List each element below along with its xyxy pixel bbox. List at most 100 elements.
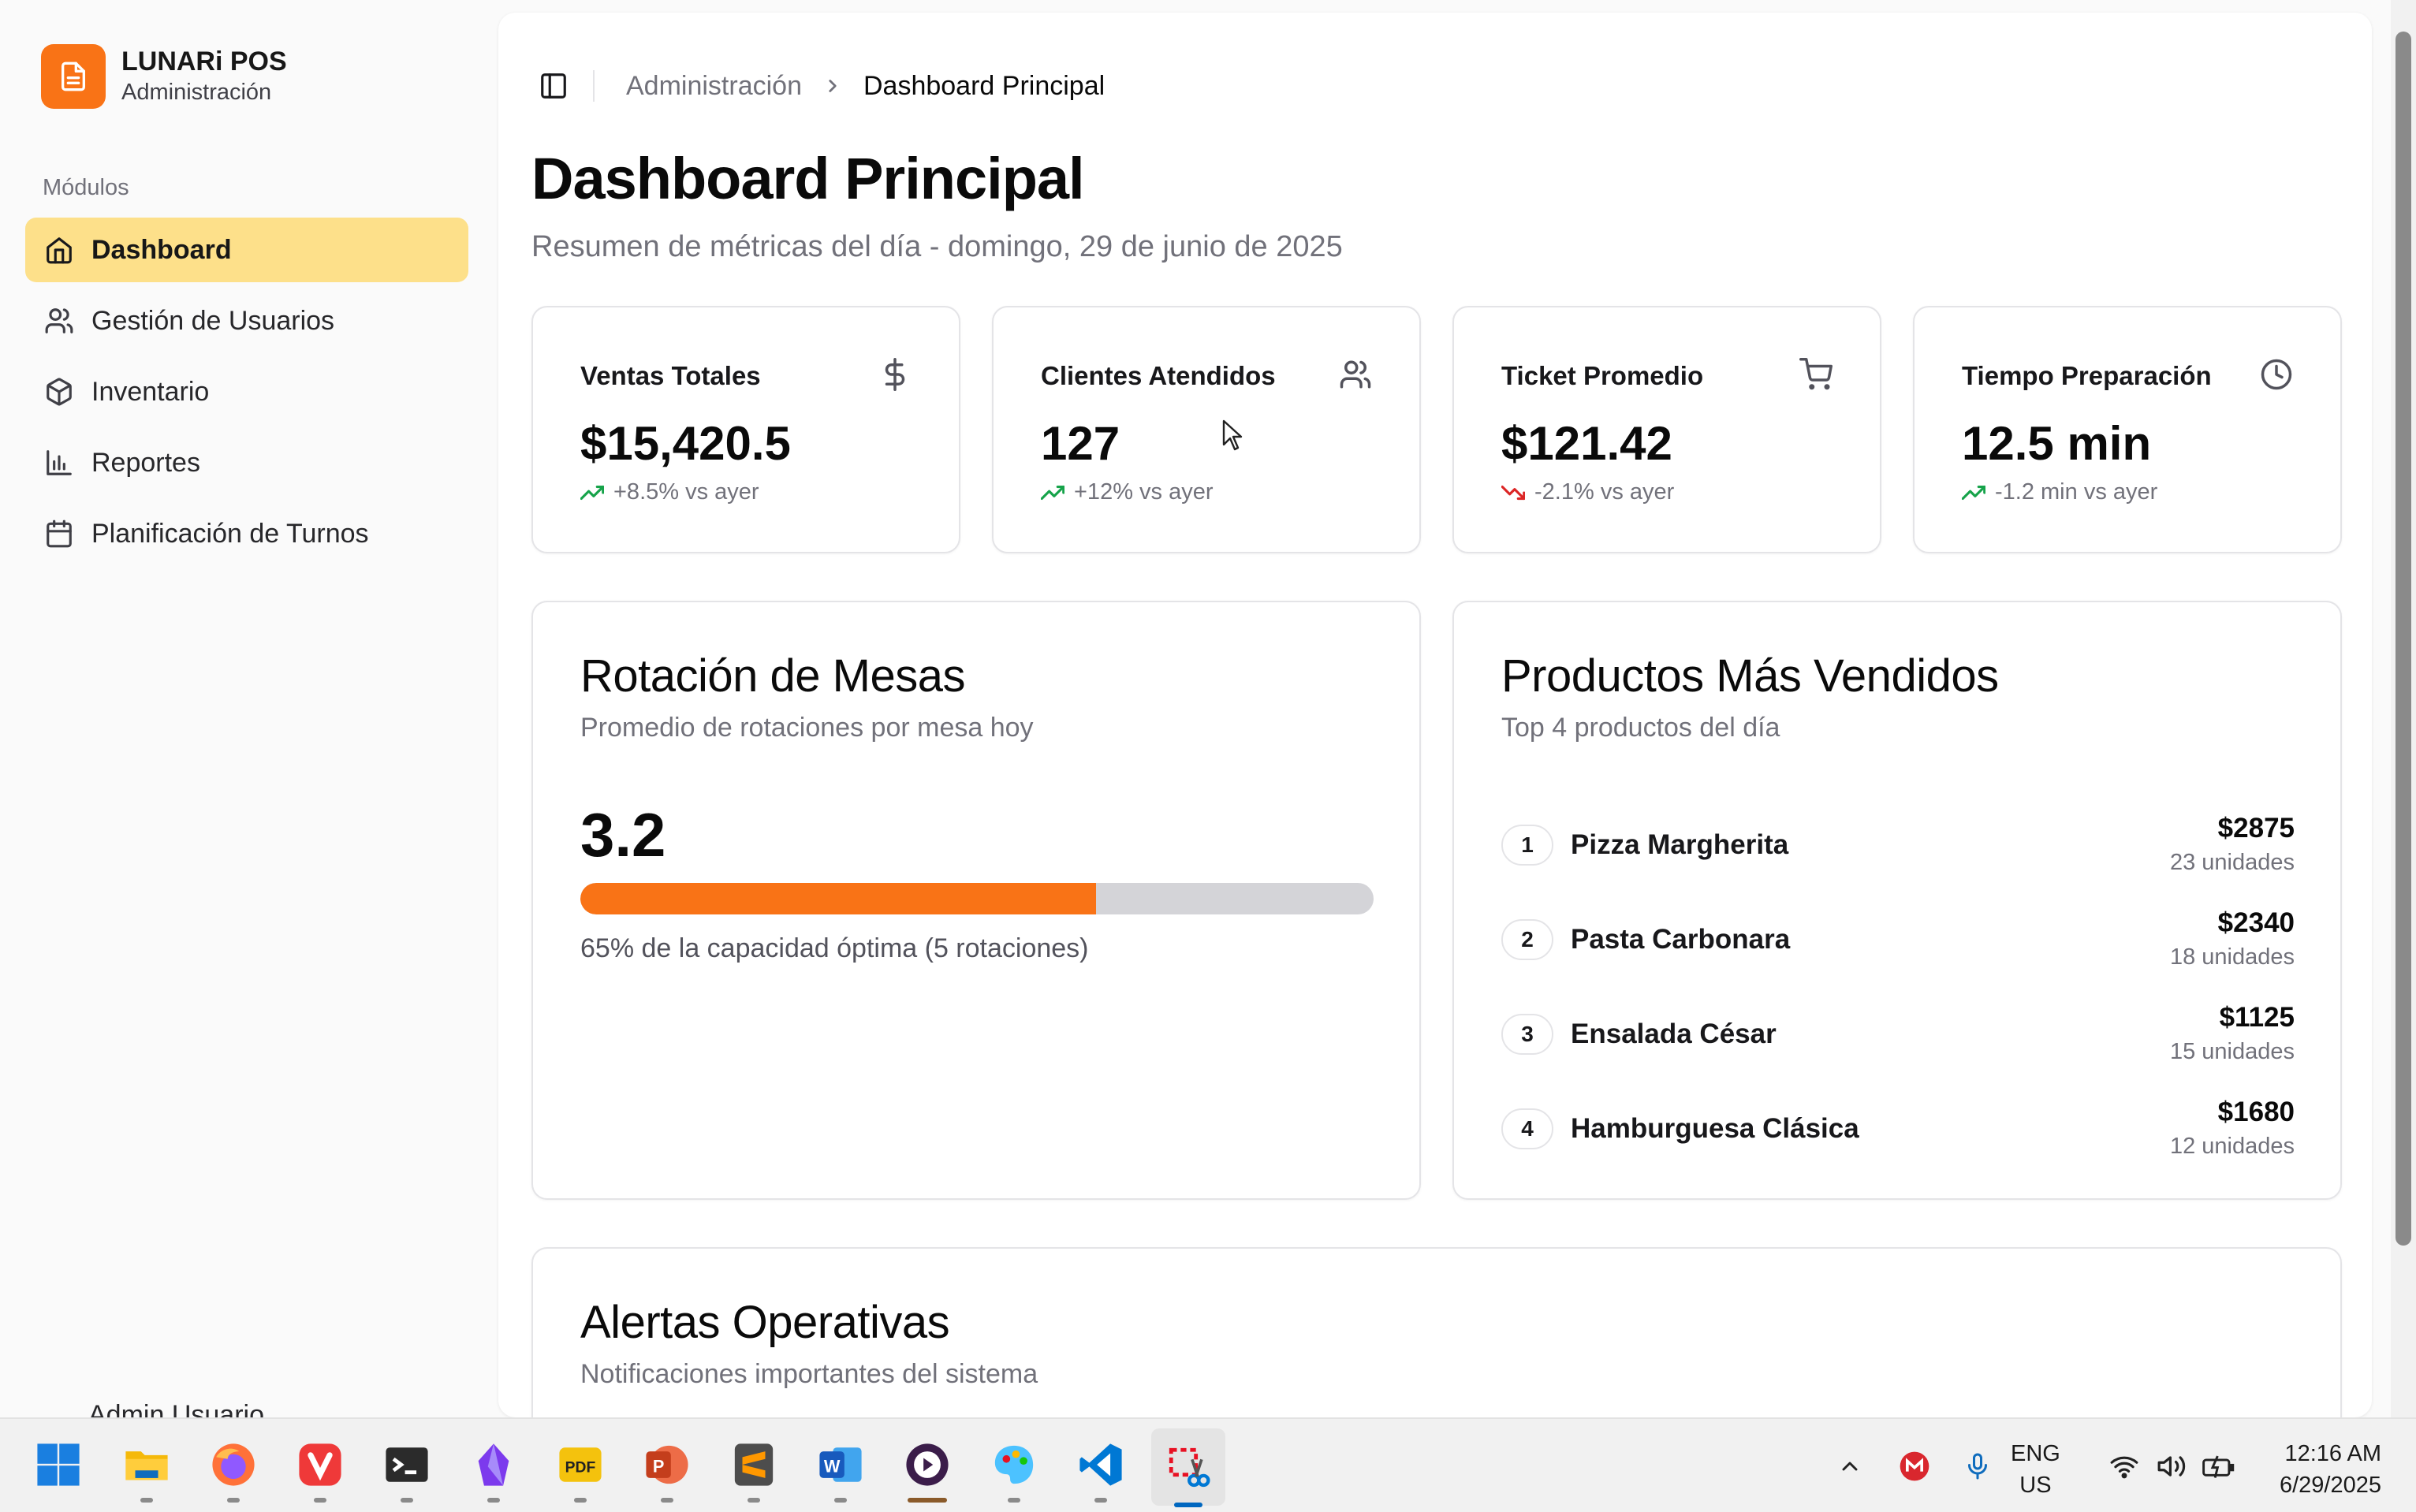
sidebar-item-shifts[interactable]: Planificación de Turnos [25,501,468,566]
chevron-right-icon [822,76,843,96]
product-revenue: $2340 [2217,907,2295,938]
page-scrollbar[interactable] [2391,0,2416,1417]
svg-text:W: W [824,1457,841,1477]
metric-delta-text: +12% vs ayer [1074,479,1214,505]
sidebar: LUNARi POS Administración Módulos Dashbo… [0,0,498,1430]
cart-icon [1799,358,1833,390]
metric-value: $121.42 [1501,417,1672,470]
sidebar-item-label: Gestión de Usuarios [91,305,335,336]
firefox-icon[interactable] [208,1439,259,1503]
volume-icon[interactable] [2154,1435,2189,1498]
sublime-text-icon[interactable] [729,1439,779,1503]
svg-text:P: P [653,1457,665,1477]
product-units: 12 unidades [2169,1134,2295,1159]
metric-delta-text: -1.2 min vs ayer [1995,479,2158,505]
metric-delta: -1.2 min vs ayer [1962,479,2157,505]
trending-up-icon [1041,485,1064,500]
metric-label: Clientes Atendidos [1041,361,1276,390]
powerpoint-icon[interactable]: P [642,1439,692,1503]
panel-left-icon [541,73,566,99]
list-item[interactable]: 1 Pizza Margherita $2875 23 unidades [1501,798,2295,892]
microphone-icon[interactable] [1960,1435,1995,1498]
brand[interactable]: LUNARi POS Administración [41,44,287,109]
media-player-icon[interactable] [902,1439,953,1503]
chevron-up-icon[interactable] [1833,1435,1867,1498]
sidebar-item-inventory[interactable]: Inventario [25,359,468,424]
product-name: Pizza Margherita [1571,829,1789,860]
metric-label: Tiempo Preparación [1962,361,2212,390]
list-item[interactable]: 4 Hamburguesa Clásica $1680 12 unidades [1501,1082,2295,1176]
calendar-icon [43,517,76,550]
metric-value: $15,420.5 [580,417,791,470]
paint-icon[interactable] [989,1439,1039,1503]
sidebar-toggle-button[interactable] [536,69,571,103]
product-name: Hamburguesa Clásica [1571,1113,1859,1144]
users-icon [1340,360,1371,389]
product-units: 23 unidades [2169,850,2295,875]
scrollbar-thumb[interactable] [2395,32,2411,1246]
pdf-xchange-icon[interactable]: PDF [555,1439,606,1503]
product-revenue: $1680 [2217,1097,2295,1127]
bar-chart-icon [43,446,76,479]
clock-time: 12:16 AM [2284,1441,2381,1466]
language-indicator[interactable]: ENG US [2011,1438,2060,1501]
trending-up-icon [1962,485,1985,500]
product-name: Pasta Carbonara [1571,924,1791,955]
rank-badge: 1 [1501,825,1553,866]
trending-up-icon [580,485,604,500]
product-name: Ensalada César [1571,1019,1777,1049]
sidebar-nav: Dashboard Gestión de Usuarios Inventario… [25,218,468,572]
metric-card-customers: Clientes Atendidos 127 +12% vs ayer [992,306,1421,553]
rotation-value: 3.2 [580,800,666,870]
metric-card-avg-ticket: Ticket Promedio $121.42 -2.1% vs ayer [1452,306,1881,553]
brand-subtitle: Administración [121,80,272,105]
windows-start-icon[interactable] [33,1439,84,1490]
snipping-tool-icon[interactable] [1151,1428,1225,1507]
topbar-divider [593,70,595,102]
rank-badge: 4 [1501,1108,1553,1149]
card-title: Productos Más Vendidos [1501,650,1999,702]
sidebar-item-label: Reportes [91,447,200,478]
alerts-card: Alertas Operativas Notificaciones import… [531,1247,2342,1417]
table-rotation-card: Rotación de Mesas Promedio de rotaciones… [531,601,1421,1200]
card-title: Rotación de Mesas [580,650,965,702]
terminal-icon[interactable] [382,1439,432,1503]
list-item[interactable]: 3 Ensalada César $1125 15 unidades [1501,987,2295,1082]
language-code: ENG [2011,1441,2060,1466]
sidebar-item-dashboard[interactable]: Dashboard [25,218,468,282]
mega-icon[interactable] [1897,1435,1932,1498]
top-products-card: Productos Más Vendidos Top 4 productos d… [1452,601,2342,1200]
metric-label: Ticket Promedio [1501,361,1704,390]
taskbar: PDF P W ENG US 12:16 AM 6/29/2025 [0,1417,2416,1512]
wifi-icon[interactable] [2107,1435,2142,1498]
card-subtitle: Promedio de rotaciones por mesa hoy [580,713,1034,743]
system-clock[interactable]: 12:16 AM 6/29/2025 [2255,1438,2381,1501]
obsidian-icon[interactable] [468,1439,519,1503]
list-item[interactable]: 2 Pasta Carbonara $2340 18 unidades [1501,892,2295,987]
package-icon [43,375,76,408]
battery-charging-icon[interactable] [2202,1435,2236,1498]
vivaldi-icon[interactable] [295,1439,345,1503]
rotation-caption: 65% de la capacidad óptima (5 rotaciones… [580,933,1089,963]
metric-value: 12.5 min [1962,417,2152,470]
word-icon[interactable]: W [815,1439,866,1503]
card-subtitle: Notificaciones importantes del sistema [580,1359,1038,1389]
rank-badge: 3 [1501,1014,1553,1055]
metric-delta: -2.1% vs ayer [1501,479,1674,505]
breadcrumb-parent[interactable]: Administración [626,71,802,102]
file-explorer-icon[interactable] [121,1439,172,1503]
vscode-icon[interactable] [1076,1439,1126,1503]
brand-name: LUNARi POS [121,47,287,76]
rotation-progress-bar [580,883,1374,914]
metric-card-sales: Ventas Totales $15,420.5 +8.5% vs ayer [531,306,960,553]
product-units: 15 unidades [2169,1039,2295,1064]
sidebar-item-users[interactable]: Gestión de Usuarios [25,289,468,353]
sidebar-item-reports[interactable]: Reportes [25,430,468,495]
sidebar-item-label: Planificación de Turnos [91,518,369,549]
metric-value: 127 [1041,417,1120,470]
product-revenue: $1125 [2219,1002,2295,1033]
metric-delta-text: -2.1% vs ayer [1534,479,1675,505]
topbar: Administración Dashboard Principal [536,60,1105,112]
breadcrumb-current: Dashboard Principal [863,70,1105,101]
rotation-progress-fill [580,883,1096,914]
